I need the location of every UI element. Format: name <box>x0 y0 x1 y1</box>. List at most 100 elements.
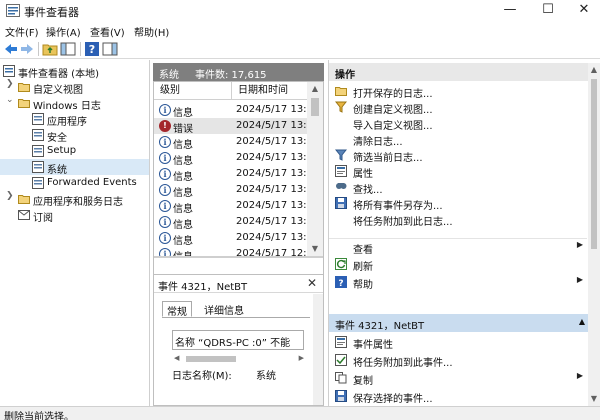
tree-item-label: 自定义视图 <box>33 85 83 96</box>
column-header-level[interactable]: 级别 <box>154 82 232 100</box>
log-icon <box>32 113 44 125</box>
event-row[interactable]: i 信息 2024/5/17 13:22 <box>154 198 319 215</box>
event-list-scrollbar[interactable]: ▲ ▼ <box>307 82 323 256</box>
chevron-right-icon[interactable]: ❯ <box>6 79 16 89</box>
show-hide-action-pane-icon[interactable] <box>102 41 118 57</box>
chevron-down-icon[interactable]: ⌄ <box>6 95 16 105</box>
tree-item-subscriptions[interactable]: 订阅 <box>0 207 149 224</box>
tab-details[interactable]: 详细信息 <box>200 301 248 317</box>
scroll-left-icon[interactable]: ◀ <box>174 354 179 362</box>
menu-file[interactable]: 文件(F) <box>5 24 39 39</box>
submenu-arrow-icon: ▶ <box>576 240 583 249</box>
scroll-down-icon[interactable]: ▼ <box>588 392 600 406</box>
action-copy[interactable]: 复制 ▶ <box>329 370 587 387</box>
forward-arrow-icon[interactable] <box>19 41 35 57</box>
action-filter-current-log[interactable]: 筛选当前日志... <box>329 147 587 164</box>
action-clear-log[interactable]: 清除日志... <box>329 131 587 148</box>
action-help[interactable]: ? 帮助 ▶ <box>329 274 587 291</box>
pane-splitter[interactable] <box>154 256 323 258</box>
scroll-thumb[interactable] <box>591 79 597 249</box>
action-import-custom-view[interactable]: 导入自定义视图... <box>329 115 587 132</box>
svg-text:?: ? <box>338 279 343 288</box>
open-folder-icon <box>335 87 347 96</box>
scroll-thumb[interactable] <box>311 98 319 116</box>
event-viewer-app-icon <box>6 4 20 17</box>
info-icon: i <box>159 168 171 180</box>
action-properties[interactable]: 属性 <box>329 163 587 180</box>
event-row[interactable]: ! 错误 2024/5/17 13:45 <box>154 118 319 135</box>
close-icon[interactable]: ✕ <box>307 276 317 290</box>
console-tree: 事件查看器 (本地) ❯ 自定义视图 ⌄ Windows 日志 应用程序 安全 … <box>0 60 150 406</box>
info-icon: i <box>159 216 171 228</box>
description-scrollbar[interactable]: ◀ ▶ <box>174 354 304 364</box>
tree-item-system[interactable]: 系统 <box>0 159 149 176</box>
event-row[interactable]: i 信息 2024/5/17 12:59 <box>154 246 307 256</box>
actions-scrollbar[interactable]: ▲ ▼ <box>588 63 600 406</box>
tree-item-label: 事件查看器 (本地) <box>18 69 99 80</box>
tree-item-setup[interactable]: Setup <box>0 143 149 159</box>
chevron-right-icon[interactable]: ❯ <box>6 191 16 201</box>
scroll-right-icon[interactable]: ▶ <box>299 354 304 362</box>
scroll-thumb[interactable] <box>186 356 236 362</box>
action-attach-task-to-log[interactable]: 将任务附加到此日志... <box>329 211 587 228</box>
column-header-datetime[interactable]: 日期和时间 <box>232 82 307 100</box>
log-name-field-label: 日志名称(M): <box>172 371 232 382</box>
event-row[interactable]: i 信息 2024/5/17 13:53 <box>154 102 319 119</box>
event-count-label: 事件数: 17,615 <box>195 70 267 81</box>
maximize-button[interactable]: ☐ <box>530 0 566 22</box>
event-row[interactable]: i 信息 2024/5/17 13:45 <box>154 134 319 151</box>
info-icon: i <box>159 200 171 212</box>
event-viewer-icon <box>3 65 15 77</box>
tree-item-label: 应用程序 <box>47 117 87 128</box>
detail-scrollbar[interactable] <box>313 294 323 405</box>
event-row[interactable]: i 信息 2024/5/17 13:43 <box>154 166 319 183</box>
action-save-all-events-as[interactable]: 将所有事件另存为... <box>329 195 587 212</box>
event-detail-header: 事件 4321，NetBT ✕ <box>154 275 323 293</box>
action-open-saved-log[interactable]: 打开保存的日志... <box>329 83 587 100</box>
event-level: 信息 <box>173 140 193 151</box>
minimize-button[interactable]: — <box>492 0 528 22</box>
scroll-up-icon[interactable]: ▲ <box>307 82 323 96</box>
action-create-custom-view[interactable]: 创建自定义视图... <box>329 99 587 116</box>
tree-item-application[interactable]: 应用程序 <box>0 111 149 128</box>
menu-help[interactable]: 帮助(H) <box>134 24 169 39</box>
tree-item-windows-logs[interactable]: ⌄ Windows 日志 <box>0 95 149 112</box>
scroll-down-icon[interactable]: ▼ <box>307 242 323 256</box>
collapse-icon[interactable]: ▲ <box>579 317 585 326</box>
properties-icon <box>335 165 347 177</box>
log-icon <box>32 177 44 189</box>
tree-item-event-viewer-local[interactable]: 事件查看器 (本地) <box>0 63 149 80</box>
tree-item-apps-services-logs[interactable]: ❯ 应用程序和服务日志 <box>0 191 149 208</box>
back-arrow-icon[interactable] <box>3 41 19 57</box>
action-label: 创建自定义视图... <box>353 105 433 116</box>
folder-up-icon[interactable] <box>42 41 58 57</box>
close-button[interactable]: ✕ <box>566 0 600 22</box>
event-level: 信息 <box>173 248 193 256</box>
show-hide-tree-icon[interactable] <box>60 41 76 57</box>
event-row[interactable]: i 信息 2024/5/17 13:33 <box>154 182 319 199</box>
event-row[interactable]: i 信息 2024/5/17 13:43 <box>154 150 319 167</box>
event-level: 信息 <box>173 172 193 183</box>
event-actions-section-header[interactable]: 事件 4321，NetBT ▲ <box>329 314 589 332</box>
action-find[interactable]: 查找... <box>329 179 587 196</box>
action-attach-task-to-event[interactable]: 将任务附加到此事件... <box>329 352 587 369</box>
tab-general[interactable]: 常规 <box>162 301 192 318</box>
event-row[interactable]: i 信息 2024/5/17 13:12 <box>154 214 319 231</box>
help-icon: ? <box>335 276 347 288</box>
action-event-properties[interactable]: 事件属性 <box>329 334 587 351</box>
help-icon[interactable]: ? <box>84 41 100 57</box>
tree-item-forwarded-events[interactable]: Forwarded Events <box>0 175 149 191</box>
tree-item-custom-views[interactable]: ❯ 自定义视图 <box>0 79 149 96</box>
tree-item-security[interactable]: 安全 <box>0 127 149 144</box>
action-view[interactable]: 查看 ▶ <box>329 238 587 256</box>
actions-section-header[interactable]: 操作 <box>329 63 589 81</box>
menu-action[interactable]: 操作(A) <box>46 24 81 39</box>
scroll-up-icon[interactable]: ▲ <box>588 63 600 77</box>
event-level: 信息 <box>173 156 193 167</box>
menu-view[interactable]: 查看(V) <box>90 24 125 39</box>
action-refresh[interactable]: 刷新 <box>329 256 587 273</box>
event-description-box[interactable]: 名称 “QDRS-PC :0” 不能 <box>172 330 304 350</box>
action-save-selected-events[interactable]: 保存选择的事件... <box>329 388 587 405</box>
event-row[interactable]: i 信息 2024/5/17 13:02 <box>154 230 319 247</box>
folder-icon <box>18 99 30 108</box>
